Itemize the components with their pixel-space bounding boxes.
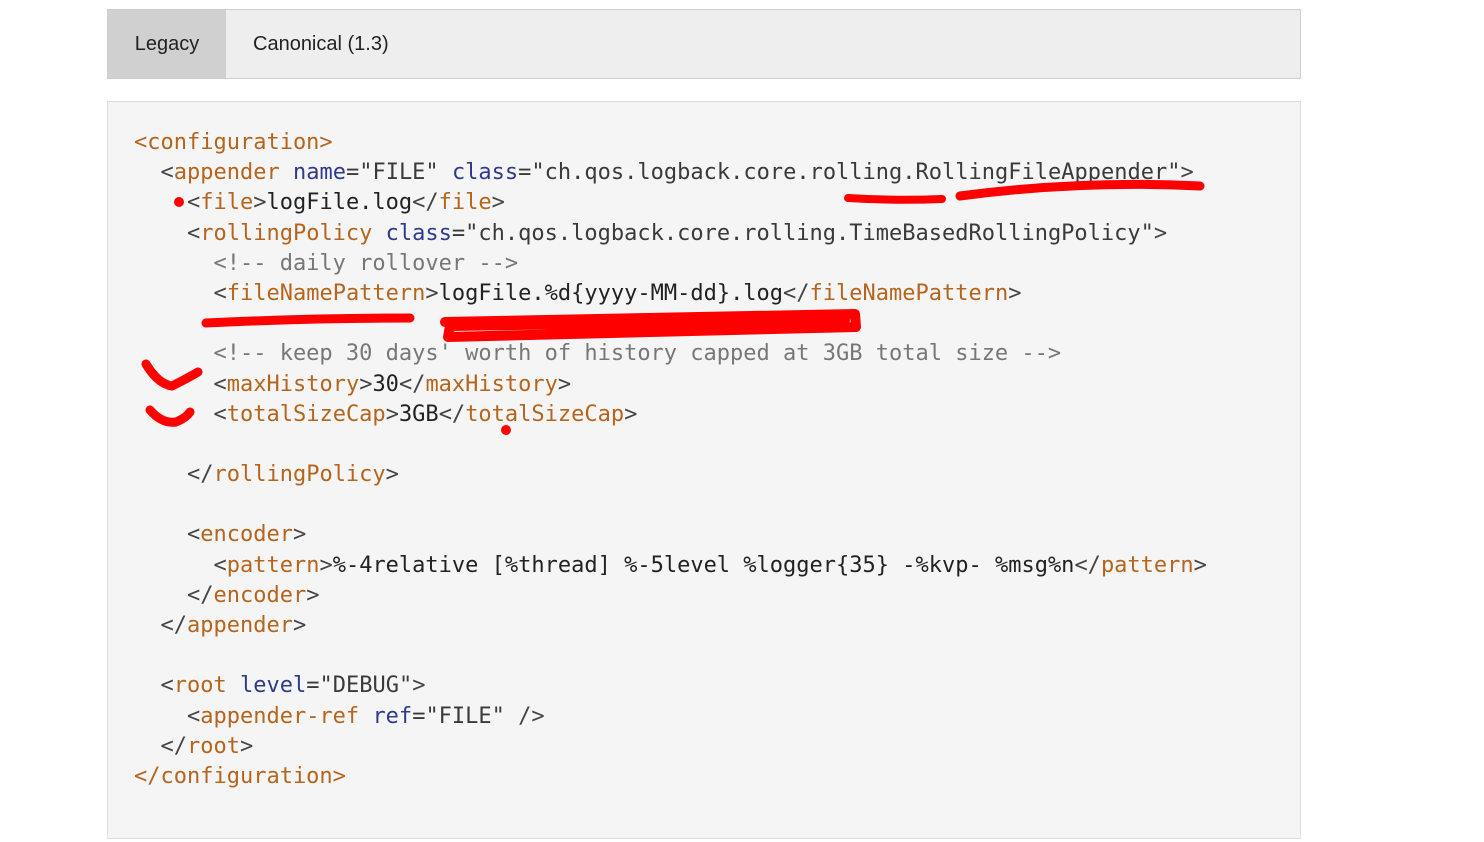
code-line: <pattern>%-4relative [%thread] %-5level … xyxy=(213,552,1207,578)
code-line: <configuration> xyxy=(134,130,333,155)
code-comment: <!-- keep 30 days' worth of history capp… xyxy=(134,341,1062,367)
code-block: <configuration> <appender name="FILE" cl… xyxy=(134,128,1207,792)
code-line: <totalSizeCap>3GB</totalSizeCap> xyxy=(213,401,638,427)
tab-canonical[interactable]: Canonical (1.3) xyxy=(253,10,389,78)
code-line: </configuration> xyxy=(134,763,346,789)
tab-bar: Legacy Canonical (1.3) xyxy=(107,9,1301,79)
code-line: </encoder> xyxy=(186,582,320,608)
code-line: <appender name="FILE" class="ch.qos.logb… xyxy=(160,160,1194,186)
code-comment: <!-- daily rollover --> xyxy=(134,250,519,276)
code-panel: <configuration> <appender name="FILE" cl… xyxy=(107,101,1301,839)
code-line: <maxHistory>30</maxHistory> xyxy=(213,371,572,397)
code-line: <file>logFile.log</file> xyxy=(186,190,505,216)
code-line: </appender> xyxy=(160,613,307,638)
code-line: <appender-ref ref="FILE" /> xyxy=(186,703,545,729)
tab-legacy[interactable]: Legacy xyxy=(108,10,226,78)
code-line: </rollingPolicy> xyxy=(186,462,399,488)
code-line: </root> xyxy=(160,733,254,759)
code-line: <root level="DEBUG"> xyxy=(160,673,426,699)
code-line: <rollingPolicy class="ch.qos.logback.cor… xyxy=(186,220,1168,246)
code-line: <fileNamePattern>logFile.%d{yyyy-MM-dd}.… xyxy=(213,280,1022,306)
code-line: <encoder> xyxy=(186,522,307,548)
